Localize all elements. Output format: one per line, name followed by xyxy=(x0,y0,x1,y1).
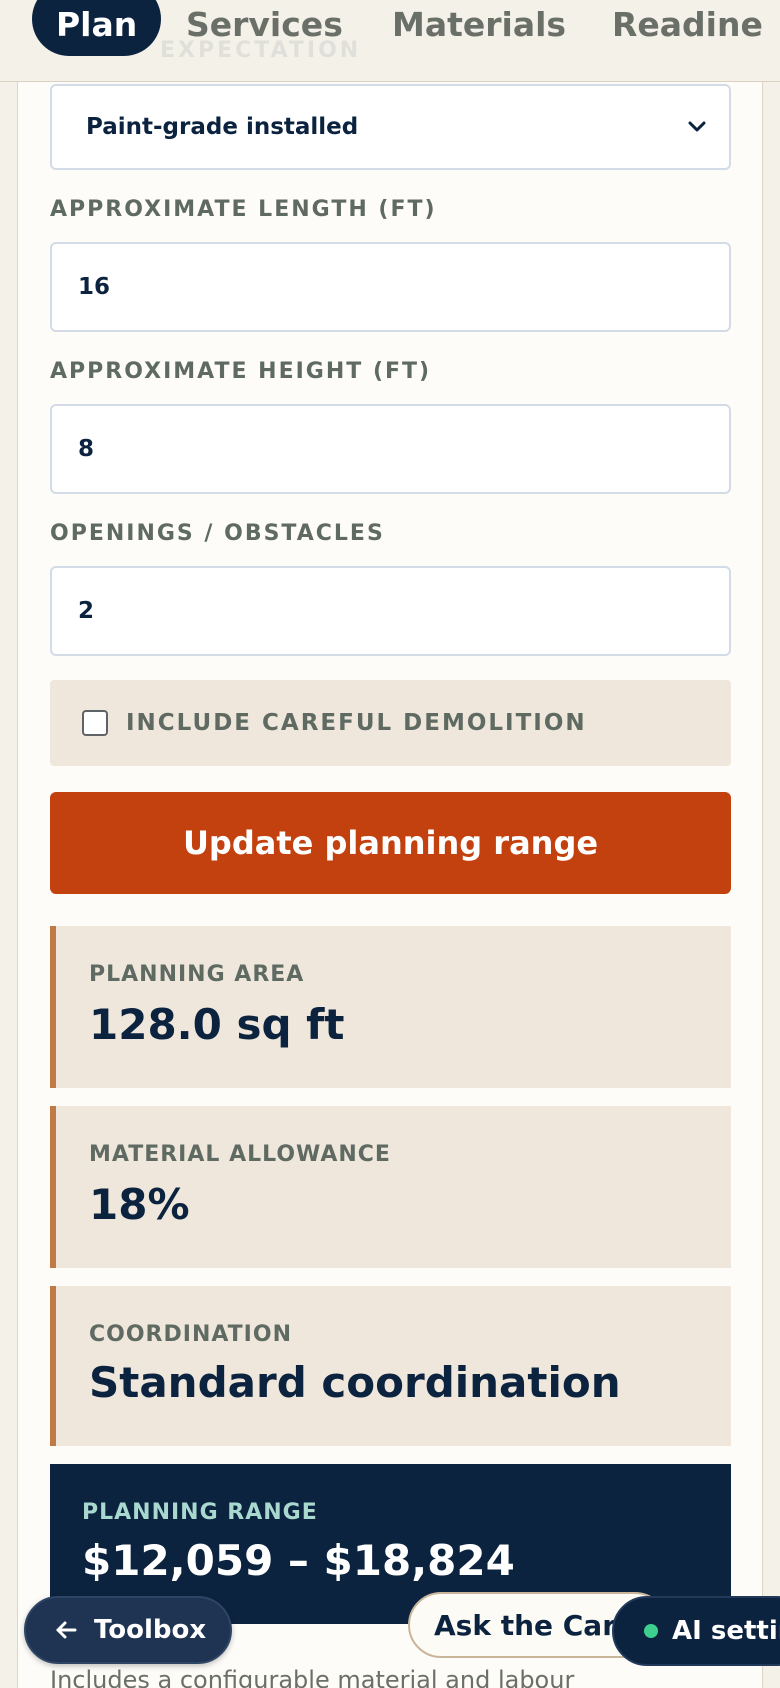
footnote-text: Includes a configurable material and lab… xyxy=(50,1666,575,1688)
coordination-value: Standard coordination xyxy=(89,1358,621,1407)
coordination-label: COORDINATION xyxy=(89,1322,292,1347)
planning-area-card: PLANNING AREA 128.0 sq ft xyxy=(50,926,731,1088)
planning-range-value: $12,059 – $18,824 xyxy=(82,1536,515,1585)
toolbox-button[interactable]: Toolbox xyxy=(24,1596,232,1664)
demolition-checkbox[interactable] xyxy=(82,710,108,736)
openings-label: OPENINGS / OBSTACLES xyxy=(50,521,385,546)
finish-select[interactable]: Paint-grade installed xyxy=(50,84,731,170)
finish-select-value: Paint-grade installed xyxy=(86,114,359,140)
tab-plan[interactable]: Plan xyxy=(32,0,162,56)
arrow-left-icon xyxy=(56,1621,77,1639)
toolbox-label: Toolbox xyxy=(94,1615,207,1645)
status-dot-icon xyxy=(644,1624,658,1638)
planning-area-value: 128.0 sq ft xyxy=(89,1000,345,1049)
material-allowance-label: MATERIAL ALLOWANCE xyxy=(89,1142,391,1167)
ai-settings-button[interactable]: AI settings xyxy=(612,1596,780,1666)
update-range-button[interactable]: Update planning range xyxy=(50,792,731,894)
tab-materials[interactable]: Materials xyxy=(368,0,590,56)
material-allowance-card: MATERIAL ALLOWANCE 18% xyxy=(50,1106,731,1268)
demolition-option[interactable]: INCLUDE CAREFUL DEMOLITION xyxy=(50,680,731,766)
top-nav: EXPECTATION Plan Services Materials Read… xyxy=(0,0,780,82)
height-input[interactable] xyxy=(50,404,731,494)
openings-input[interactable] xyxy=(50,566,731,656)
length-label: APPROXIMATE LENGTH (FT) xyxy=(50,197,437,222)
tab-services[interactable]: Services xyxy=(162,0,367,56)
chevron-down-icon xyxy=(688,121,706,132)
coordination-card: COORDINATION Standard coordination xyxy=(50,1286,731,1446)
ai-settings-label: AI settings xyxy=(672,1616,780,1646)
tab-readiness[interactable]: Readine xyxy=(588,0,780,56)
planning-area-label: PLANNING AREA xyxy=(89,962,305,987)
height-label: APPROXIMATE HEIGHT (FT) xyxy=(50,359,432,384)
material-allowance-value: 18% xyxy=(89,1180,190,1229)
planning-range-label: PLANNING RANGE xyxy=(82,1500,318,1525)
demolition-label: INCLUDE CAREFUL DEMOLITION xyxy=(126,710,587,736)
length-input[interactable] xyxy=(50,242,731,332)
